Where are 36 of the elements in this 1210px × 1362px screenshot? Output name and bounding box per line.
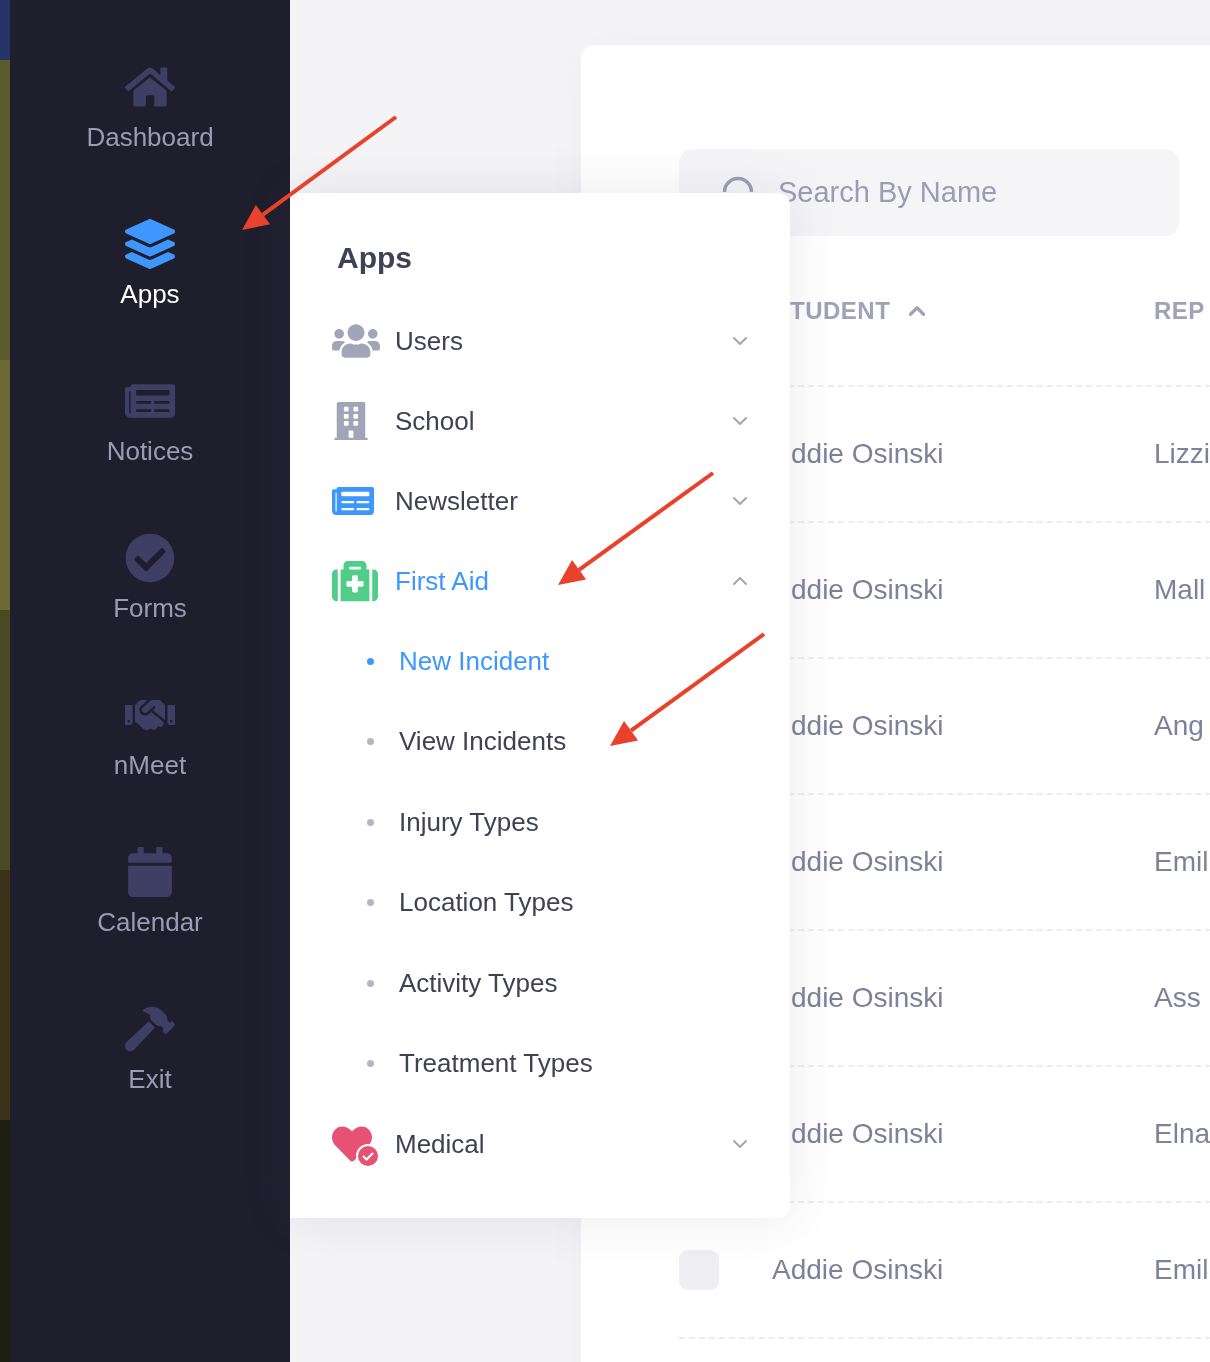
sidebar-item[interactable]: Notices: [106, 376, 194, 533]
table-cell: Elna: [1154, 1118, 1210, 1150]
hammer-icon: [125, 1004, 175, 1054]
table-cell: Ass: [1154, 982, 1201, 1014]
sidebar-item[interactable]: Apps: [120, 219, 180, 376]
sidebar-item[interactable]: Calendar: [97, 847, 203, 1004]
sidebar-item[interactable]: Exit: [125, 1004, 175, 1161]
search-icon: [722, 176, 754, 193]
table-cell: Addie Osinski: [772, 1254, 944, 1286]
table-cell: ddie Osinski: [791, 438, 944, 470]
table-cell: ddie Osinski: [791, 982, 944, 1014]
submenu-item[interactable]: Activity Types: [332, 943, 790, 1024]
building-icon: [332, 402, 370, 440]
table-cell: ddie Osinski: [791, 1118, 944, 1150]
menu-item[interactable]: School: [332, 381, 752, 461]
table-cell: Ang: [1154, 710, 1204, 742]
medkit-icon: [332, 558, 378, 604]
menu-title: Apps: [337, 241, 413, 275]
table-cell: ddie Osinski: [791, 710, 944, 742]
sidebar-item[interactable]: Dashboard: [86, 62, 214, 219]
table-cell: Mall: [1154, 574, 1206, 606]
table-cell: Emil: [1154, 846, 1209, 878]
submenu-item[interactable]: Injury Types: [332, 782, 790, 863]
calendar-icon: [125, 847, 175, 897]
submenu-item[interactable]: View Incidents: [332, 701, 790, 782]
sidebar-item[interactable]: nMeet: [113, 690, 187, 847]
submenu-item[interactable]: Treatment Types: [332, 1023, 790, 1104]
sidebar-item[interactable]: Forms: [113, 533, 187, 690]
table-cell: ddie Osinski: [791, 574, 944, 606]
menu-item[interactable]: Users: [332, 301, 752, 381]
table-cell: Lizzi: [1154, 438, 1210, 470]
menu-item[interactable]: Newsletter: [332, 461, 752, 541]
table-cell: Emil: [1154, 1254, 1209, 1286]
table-cell: ddie Osinski: [791, 846, 944, 878]
submenu-item[interactable]: Location Types: [332, 862, 790, 943]
layers-icon: [125, 219, 175, 269]
